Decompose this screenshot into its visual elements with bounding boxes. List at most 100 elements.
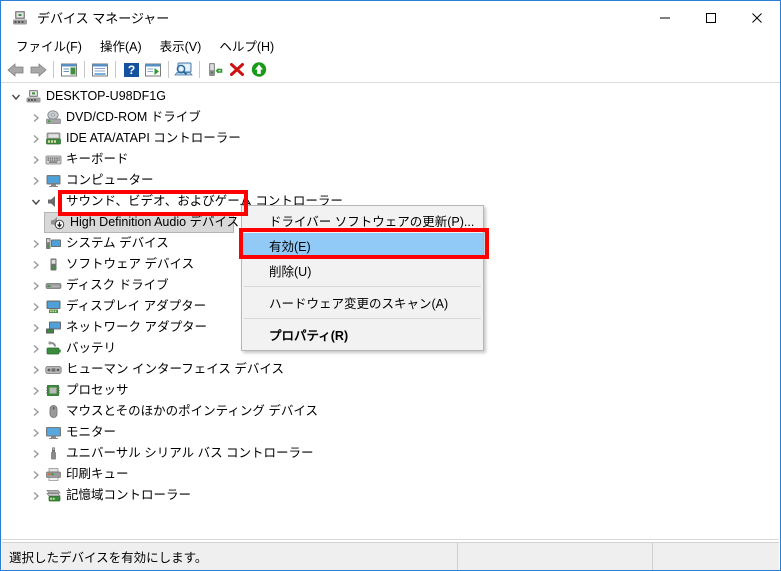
update-driver-icon[interactable]	[142, 59, 164, 81]
tree-node-label: ヒューマン インターフェイス デバイス	[66, 362, 284, 376]
tree-node-label: IDE ATA/ATAPI コントローラー	[66, 131, 241, 145]
mouse-icon	[44, 403, 62, 420]
tree-row[interactable]: ユニバーサル シリアル バス コントローラー	[2, 443, 779, 464]
keyboard-icon	[44, 151, 62, 168]
tree-node-label: ディスク ドライブ	[66, 278, 169, 292]
storage-controller-icon	[44, 487, 62, 504]
tree-row[interactable]: モニター	[2, 422, 779, 443]
tree-row[interactable]: コンピューター	[2, 170, 779, 191]
properties-icon[interactable]	[89, 59, 111, 81]
battery-icon	[44, 340, 62, 357]
ctx-enable[interactable]: 有効(E)	[242, 233, 483, 258]
tree-node-label: ネットワーク アダプター	[66, 320, 207, 334]
dvd-drive-icon	[44, 109, 62, 126]
chevron-right-icon[interactable]	[28, 467, 44, 483]
computer-icon	[44, 172, 62, 189]
tree-node-label: コンピューター	[66, 173, 154, 187]
hid-icon	[44, 361, 62, 378]
chevron-right-icon[interactable]	[28, 383, 44, 399]
ctx-scan-hardware[interactable]: ハードウェア変更のスキャン(A)	[242, 290, 483, 315]
tree-node-label: ソフトウェア デバイス	[66, 257, 195, 271]
tree-row[interactable]: マウスとそのほかのポインティング デバイス	[2, 401, 779, 422]
tree-node-label: マウスとそのほかのポインティング デバイス	[66, 404, 318, 418]
toolbar-divider	[1, 82, 780, 83]
software-device-icon	[44, 256, 62, 273]
tree-row[interactable]: ヒューマン インターフェイス デバイス	[2, 359, 779, 380]
tree-node-label: 記憶域コントローラー	[66, 488, 192, 502]
chevron-right-icon[interactable]	[28, 152, 44, 168]
disable-device-icon[interactable]	[226, 59, 248, 81]
show-hide-console-tree-icon[interactable]	[58, 59, 80, 81]
ctx-update-driver[interactable]: ドライバー ソフトウェアの更新(P)...	[242, 208, 483, 233]
chevron-right-icon[interactable]	[28, 341, 44, 357]
menu-file[interactable]: ファイル(F)	[7, 34, 91, 57]
tree-node-label: DESKTOP-U98DF1G	[46, 89, 166, 103]
chevron-right-icon[interactable]	[28, 173, 44, 189]
menu-action[interactable]: 操作(A)	[91, 34, 151, 57]
ctx-uninstall[interactable]: 削除(U)	[242, 258, 483, 283]
chevron-right-icon[interactable]	[28, 362, 44, 378]
chevron-right-icon[interactable]	[28, 299, 44, 315]
back-icon[interactable]	[5, 59, 27, 81]
status-bar: 選択したデバイスを有効にします。	[2, 542, 779, 570]
help-icon[interactable]: ?	[120, 59, 142, 81]
toolbar-separator-1	[53, 61, 54, 78]
ctx-properties[interactable]: プロパティ(R)	[242, 322, 483, 347]
chevron-right-icon[interactable]	[28, 110, 44, 126]
tree-node-label: プロセッサ	[66, 383, 129, 397]
chevron-down-icon[interactable]	[28, 194, 44, 210]
chevron-right-icon[interactable]	[28, 131, 44, 147]
tree-node-label: DVD/CD-ROM ドライブ	[66, 110, 201, 124]
device-manager-icon	[11, 9, 29, 27]
tree-node-label: バッテリ	[66, 341, 117, 355]
minimize-button[interactable]	[642, 1, 688, 34]
maximize-button[interactable]	[688, 1, 734, 34]
scan-hardware-changes-icon[interactable]	[173, 59, 195, 81]
processor-icon	[44, 382, 62, 399]
tree-node-label: システム デバイス	[66, 236, 169, 250]
toolbar-separator-4	[168, 61, 169, 78]
menu-view[interactable]: 表示(V)	[151, 34, 211, 57]
audio-device-disabled-icon	[48, 214, 66, 231]
tree-node-label: High Definition Audio デバイス	[70, 215, 240, 229]
tree-row[interactable]: 印刷キュー	[2, 464, 779, 485]
display-adapter-icon	[44, 298, 62, 315]
system-device-icon	[44, 235, 62, 252]
tree-row[interactable]: DVD/CD-ROM ドライブ	[2, 107, 779, 128]
chevron-right-icon[interactable]	[28, 446, 44, 462]
tree-row[interactable]: キーボード	[2, 149, 779, 170]
chevron-right-icon[interactable]	[28, 425, 44, 441]
enable-device-icon[interactable]	[248, 59, 270, 81]
chevron-right-icon[interactable]	[28, 488, 44, 504]
menu-help[interactable]: ヘルプ(H)	[210, 34, 283, 57]
close-button[interactable]	[734, 1, 780, 34]
ctx-separator-1	[244, 286, 481, 287]
tree-node-label: モニター	[66, 425, 117, 439]
forward-icon[interactable]	[27, 59, 49, 81]
tree-row[interactable]: IDE ATA/ATAPI コントローラー	[2, 128, 779, 149]
chevron-right-icon[interactable]	[28, 404, 44, 420]
disk-drive-icon	[44, 277, 62, 294]
window-controls	[642, 1, 780, 34]
context-menu: ドライバー ソフトウェアの更新(P)... 有効(E) 削除(U) ハードウェア…	[241, 205, 484, 351]
status-message: 選択したデバイスを有効にします。	[9, 551, 208, 565]
chevron-right-icon[interactable]	[28, 278, 44, 294]
chevron-down-icon[interactable]	[8, 89, 24, 105]
chevron-right-icon[interactable]	[28, 236, 44, 252]
uninstall-device-icon[interactable]	[204, 59, 226, 81]
usb-controller-icon	[44, 445, 62, 462]
ide-controller-icon	[44, 130, 62, 147]
monitor-icon	[44, 424, 62, 441]
computer-root-icon	[24, 88, 42, 105]
tree-row[interactable]: 記憶域コントローラー	[2, 485, 779, 506]
tree-node-label: ユニバーサル シリアル バス コントローラー	[66, 446, 314, 460]
tree-row[interactable]: プロセッサ	[2, 380, 779, 401]
tree-row[interactable]: DESKTOP-U98DF1G	[2, 86, 779, 107]
chevron-right-icon[interactable]	[28, 320, 44, 336]
chevron-right-icon[interactable]	[28, 257, 44, 273]
network-adapter-icon	[44, 319, 62, 336]
status-cell-2	[457, 543, 652, 570]
status-cell-3	[652, 543, 779, 570]
window-title: デバイス マネージャー	[37, 11, 170, 26]
sound-controller-icon	[44, 193, 62, 210]
